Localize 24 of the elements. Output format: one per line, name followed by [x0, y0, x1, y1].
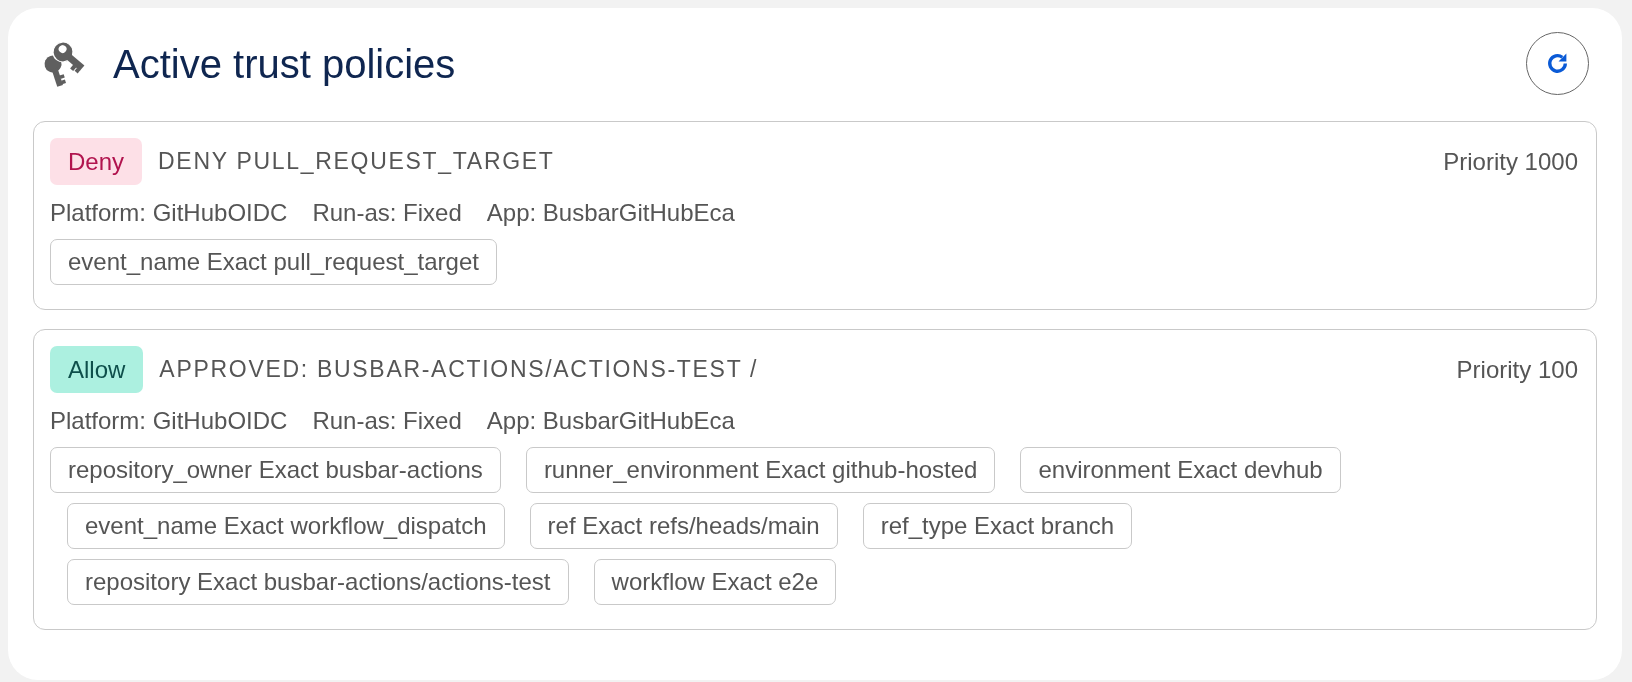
condition-tag: repository_owner Exact busbar-actions: [50, 447, 501, 493]
policy-name: APPROVED: BUSBAR-ACTIONS/ACTIONS-TEST /: [159, 356, 759, 383]
detail-text: Run-as: Fixed: [312, 198, 462, 228]
policy-name: DENY PULL_REQUEST_TARGET: [158, 148, 555, 175]
condition-tag: event_name Exact pull_request_target: [50, 239, 497, 285]
detail-text: Platform: GitHubOIDC: [50, 406, 288, 436]
detail-text: App: BusbarGitHubEca: [486, 406, 735, 436]
condition-tag: ref Exact refs/heads/main: [529, 503, 838, 549]
detail-text: Run-as: Fixed: [312, 406, 462, 436]
priority-label: Priority 100: [1456, 355, 1578, 384]
effect-badge: Allow: [50, 346, 144, 393]
condition-tag: repository Exact busbar-actions/actions-test: [67, 559, 569, 605]
panel-title: Active trust policies: [113, 40, 456, 88]
condition-tag: environment Exact devhub: [1020, 447, 1341, 493]
detail-text: App: BusbarGitHubEca: [486, 198, 735, 228]
condition-tag: event_name Exact workflow_dispatch: [67, 503, 505, 549]
refresh-icon: [1545, 51, 1570, 76]
condition-tag: runner_environment Exact github-hosted: [525, 447, 996, 493]
condition-tag: workflow Exact e2e: [593, 559, 837, 605]
priority-label: Priority 1000: [1443, 147, 1578, 176]
keys-icon: [42, 40, 85, 87]
detail-text: Platform: GitHubOIDC: [50, 198, 288, 228]
effect-badge: Deny: [50, 138, 143, 185]
condition-tag: ref_type Exact branch: [862, 503, 1133, 549]
